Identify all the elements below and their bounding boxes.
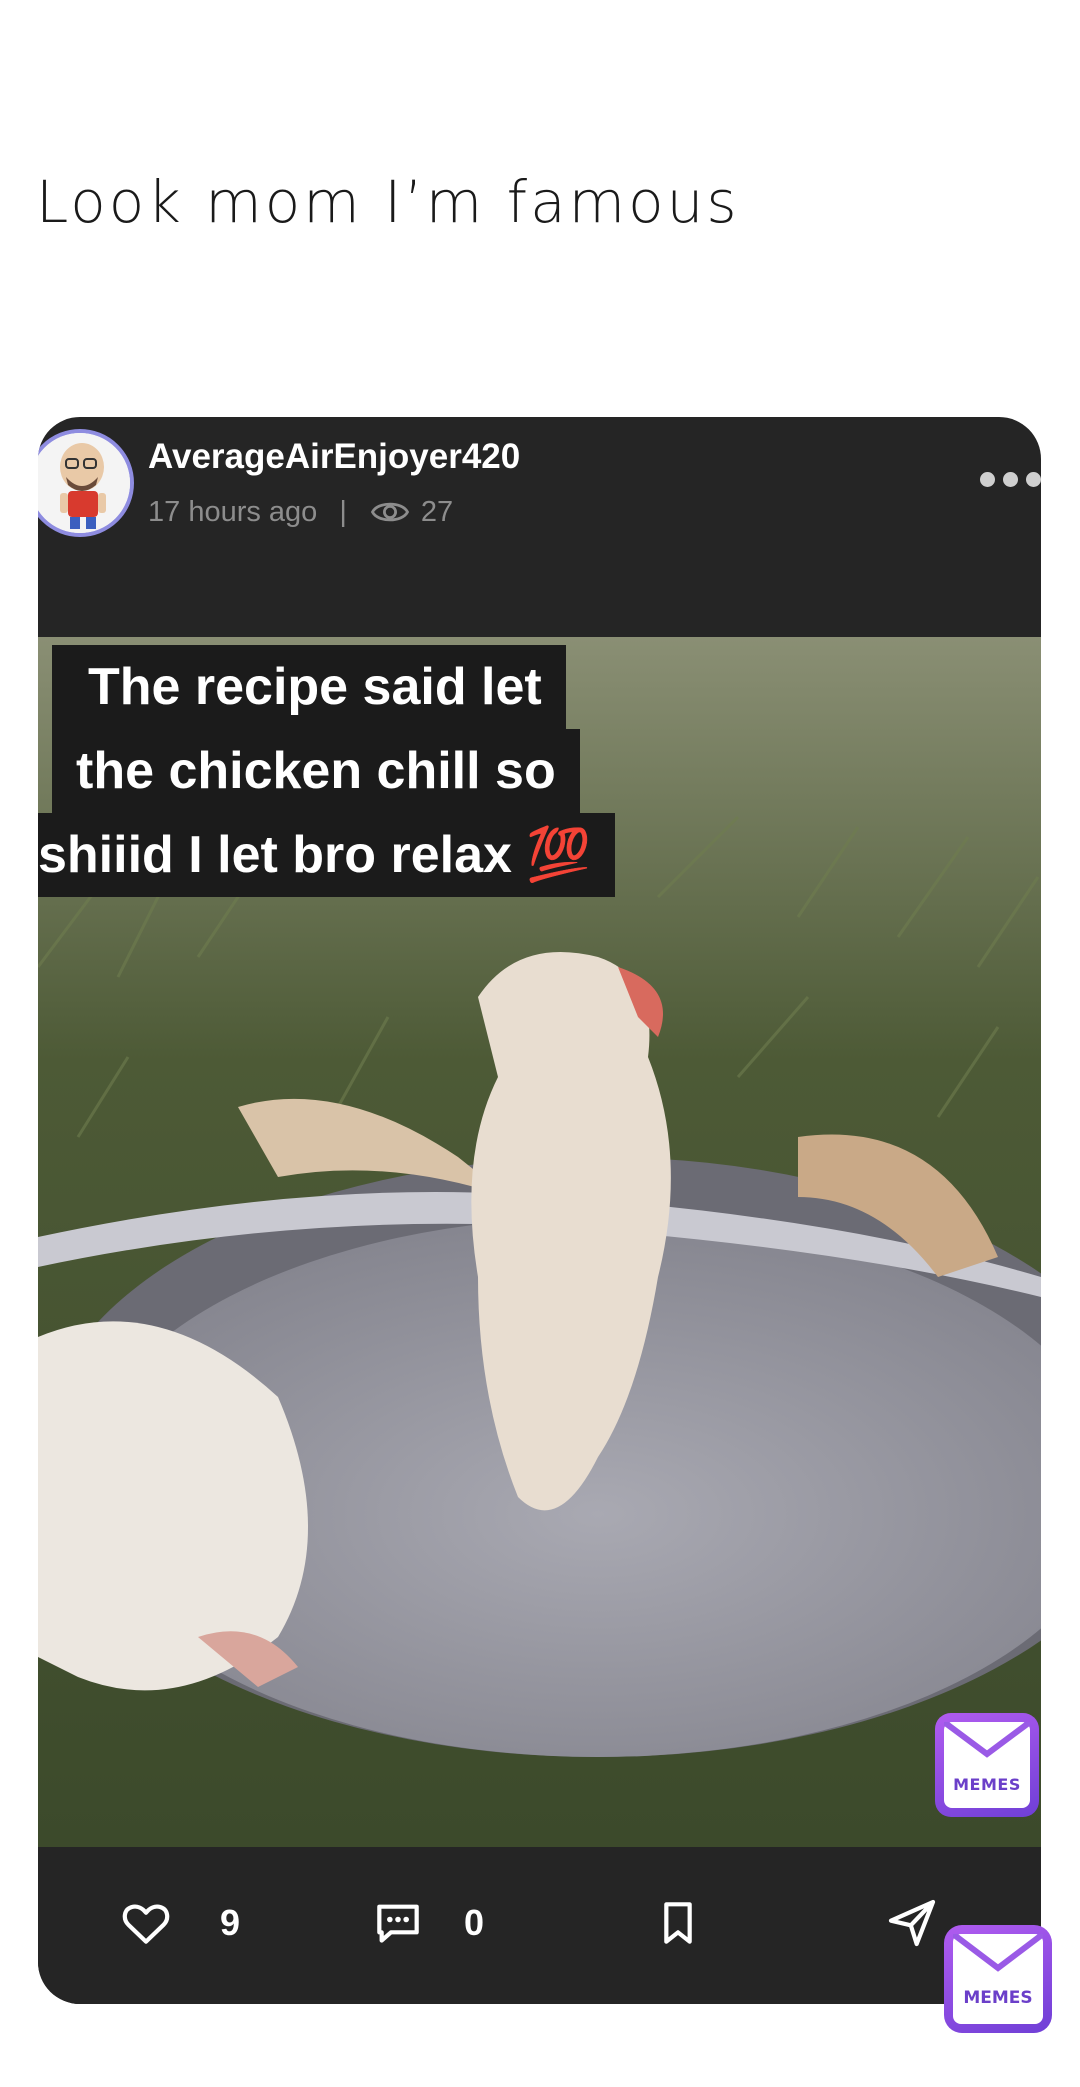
comment-icon [377, 1904, 419, 1943]
comment-button[interactable]: 0 [370, 1895, 484, 1951]
like-count: 9 [220, 1902, 241, 1943]
dot [980, 472, 995, 487]
eye-icon [370, 502, 409, 522]
dot [1003, 472, 1018, 487]
send-icon [888, 1899, 936, 1947]
bookmark-icon [664, 1902, 692, 1944]
meme-caption-line: the chicken chill so [52, 729, 580, 813]
envelope-flap [944, 1722, 1030, 1758]
user-avatar[interactable] [38, 429, 134, 537]
memes-watermark: MEMES [935, 1713, 1039, 1817]
meme-image[interactable]: The recipe said let the chicken chill so… [38, 637, 1041, 1847]
meme-caption-line: shiiid I let bro relax 💯 [38, 813, 616, 897]
watermark-text: MEMES [953, 1775, 1021, 1794]
more-dots-icon[interactable] [980, 472, 1041, 487]
meme-caption-line: The recipe said let [52, 645, 566, 729]
memes-app-logo[interactable]: MEMES [944, 1925, 1052, 2033]
post-caption: Look mom I’m famous [36, 168, 740, 236]
heart-icon [122, 1904, 170, 1944]
avatar-cartoon-icon [38, 433, 130, 533]
like-button[interactable]: 9 [118, 1895, 240, 1951]
app-logo-text: MEMES [963, 1988, 1033, 2008]
time-ago: 17 hours ago [148, 495, 318, 528]
save-button[interactable] [650, 1895, 706, 1951]
memes-logo-icon: MEMES [953, 1934, 1043, 2024]
username[interactable]: AverageAirEnjoyer420 [148, 437, 520, 477]
meta-separator: | [339, 495, 347, 528]
post-meta: 17 hours ago | 27 [148, 491, 453, 533]
share-button[interactable] [884, 1895, 940, 1951]
action-bar: 9 0 [38, 1847, 1041, 2004]
meme-card[interactable]: AverageAirEnjoyer420 17 hours ago | 27 T… [38, 417, 1041, 2004]
meme-caption: The recipe said let the chicken chill so… [38, 645, 616, 897]
post-page: Look mom I’m famous AverageAirEnjoyer420… [0, 0, 1080, 2087]
view-count: 27 [420, 495, 454, 528]
dot [1026, 472, 1041, 487]
memes-logo-icon: MEMES [944, 1722, 1030, 1808]
comment-count: 0 [464, 1902, 485, 1943]
envelope-flap [953, 1934, 1043, 1972]
